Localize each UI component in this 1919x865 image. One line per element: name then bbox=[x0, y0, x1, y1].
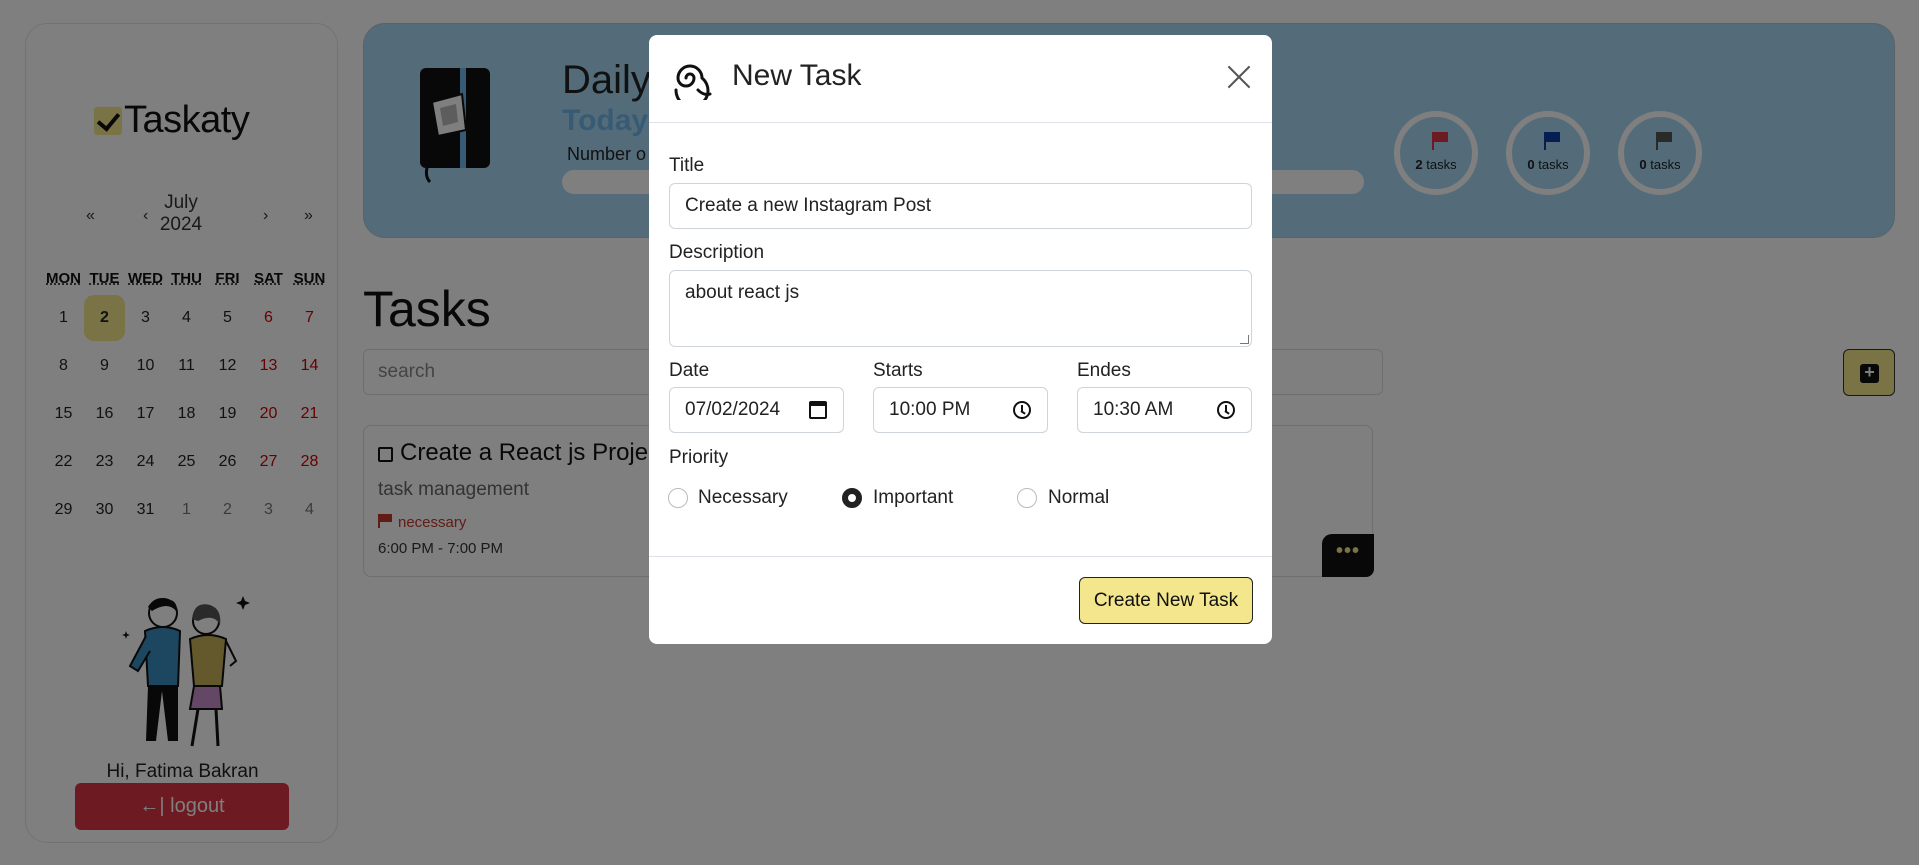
date-input[interactable]: 07/02/2024 bbox=[669, 387, 844, 433]
create-task-button[interactable]: Create New Task bbox=[1079, 577, 1253, 624]
modal-header: New Task bbox=[649, 35, 1272, 123]
resize-handle[interactable] bbox=[1240, 335, 1249, 344]
priority-necessary-label[interactable]: Necessary bbox=[698, 487, 788, 509]
close-icon[interactable] bbox=[1226, 64, 1252, 90]
description-textarea[interactable]: about react js bbox=[669, 270, 1252, 347]
start-time-value: 10:00 PM bbox=[889, 399, 971, 420]
ends-label: Endes bbox=[1077, 360, 1131, 381]
end-time-input[interactable]: 10:30 AM bbox=[1077, 387, 1252, 433]
modal-title: New Task bbox=[732, 59, 862, 92]
start-time-input[interactable]: 10:00 PM bbox=[873, 387, 1048, 433]
priority-important-radio[interactable] bbox=[842, 488, 862, 508]
end-time-value: 10:30 AM bbox=[1093, 399, 1174, 420]
priority-normal-radio[interactable] bbox=[1017, 488, 1037, 508]
clock-icon[interactable] bbox=[1217, 401, 1235, 419]
spiral-logo-icon bbox=[674, 64, 712, 100]
calendar-icon[interactable] bbox=[809, 401, 827, 419]
description-label: Description bbox=[669, 242, 765, 263]
date-label: Date bbox=[669, 360, 710, 381]
starts-label: Starts bbox=[873, 360, 923, 381]
priority-important-label[interactable]: Important bbox=[873, 487, 953, 509]
priority-necessary-radio[interactable] bbox=[668, 488, 688, 508]
date-value: 07/02/2024 bbox=[685, 399, 781, 420]
description-text: about react js bbox=[685, 282, 800, 303]
new-task-modal: New Task Title Create a new Instagram Po… bbox=[649, 35, 1272, 644]
title-input[interactable]: Create a new Instagram Post bbox=[669, 183, 1252, 229]
priority-normal-label[interactable]: Normal bbox=[1048, 487, 1109, 509]
clock-icon[interactable] bbox=[1013, 401, 1031, 419]
priority-label: Priority bbox=[669, 447, 729, 468]
modal-footer-divider bbox=[649, 556, 1272, 557]
title-label: Title bbox=[669, 155, 705, 176]
